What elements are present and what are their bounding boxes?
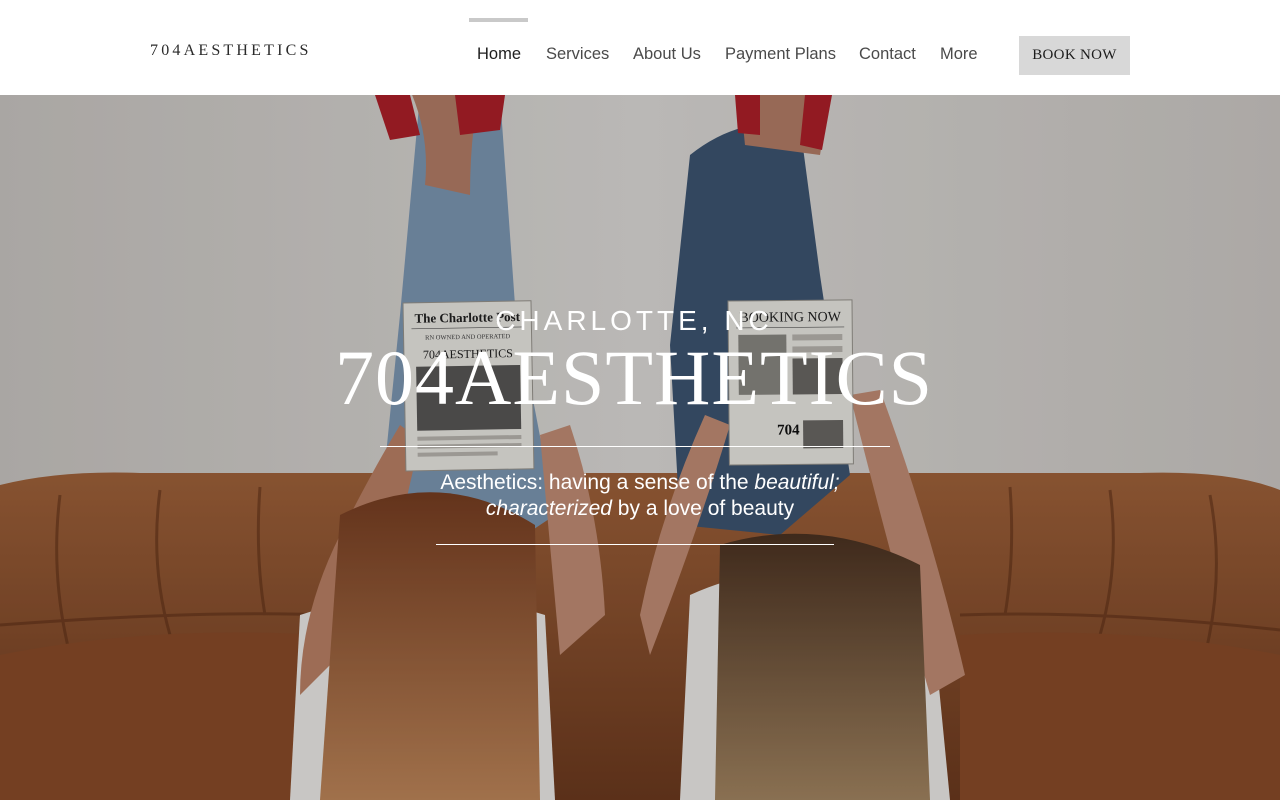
book-now-button[interactable]: BOOK NOW (1019, 36, 1130, 75)
hero-title: 704AESTHETICS (335, 334, 933, 421)
tagline-italic-2: characterized (485, 497, 612, 520)
nav-active-indicator (469, 18, 528, 22)
nav-item-home[interactable]: Home (477, 45, 521, 64)
nav-item-services[interactable]: Services (546, 45, 609, 64)
nav-item-contact[interactable]: Contact (859, 45, 916, 64)
nav-item-about-us[interactable]: About Us (633, 45, 701, 64)
tagline-text-1: Aesthetics: having a sense of the (440, 471, 755, 494)
hero-location: CHARLOTTE, NC (495, 305, 773, 336)
site-header: 704AESTHETICS Home Services About Us Pay… (0, 0, 1280, 95)
site-logo[interactable]: 704AESTHETICS (150, 42, 312, 60)
hero-tagline: Aesthetics: having a sense of the beauti… (340, 470, 940, 522)
hero-divider-top (380, 446, 890, 447)
hero-divider-bottom (436, 544, 834, 545)
hero-overlay (0, 95, 1280, 800)
tagline-italic-1: beautiful; (754, 471, 840, 494)
hero-section: The Charlotte Post RN OWNED AND OPERATED… (0, 95, 1280, 800)
nav-item-payment-plans[interactable]: Payment Plans (725, 45, 836, 64)
nav-item-more[interactable]: More (940, 45, 978, 64)
tagline-text-2: by a love of beauty (611, 497, 795, 520)
